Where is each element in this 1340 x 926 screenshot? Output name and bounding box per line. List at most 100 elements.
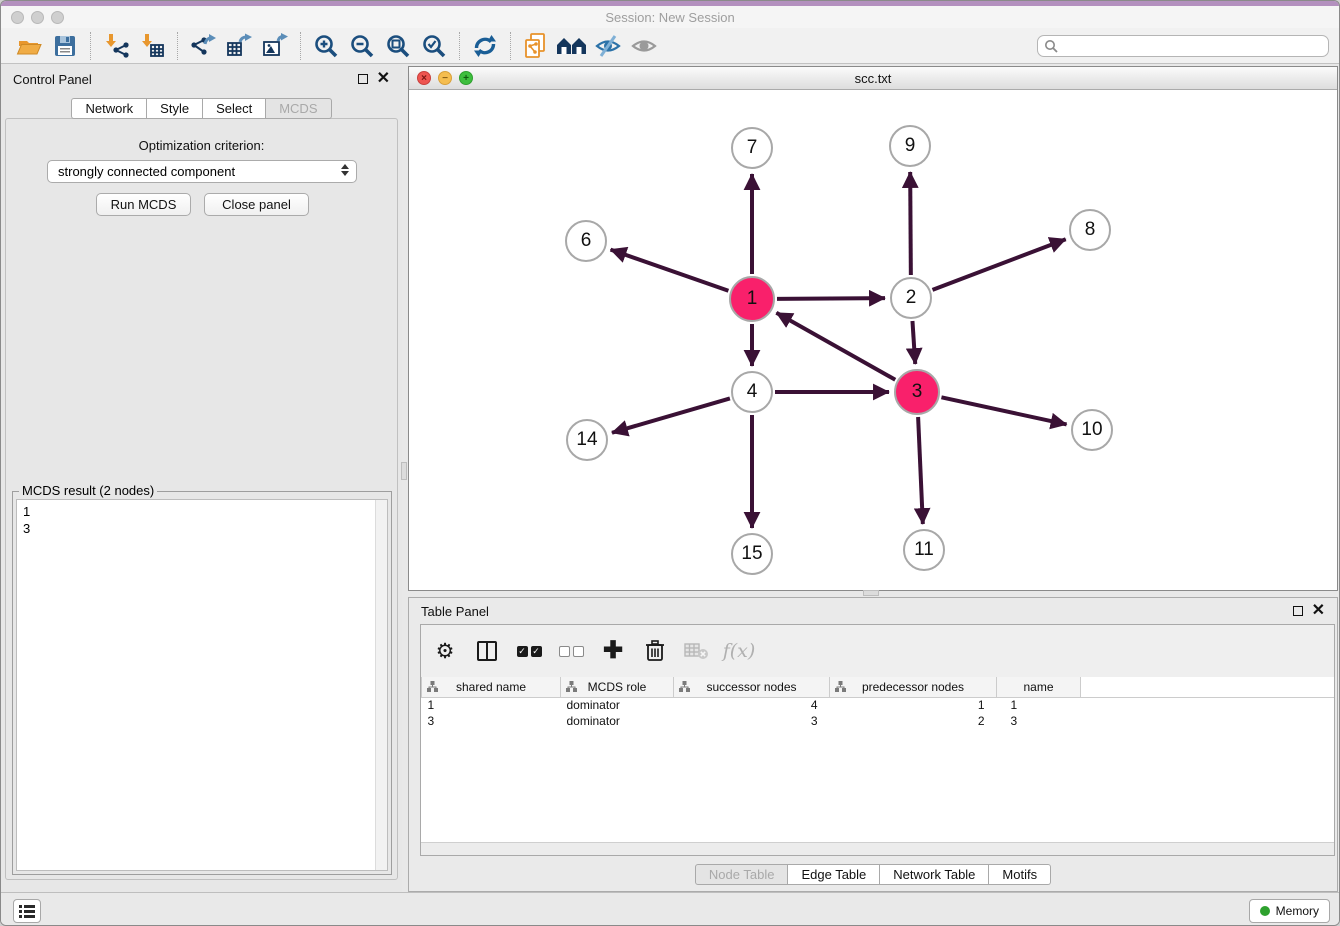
tab-network-table[interactable]: Network Table bbox=[880, 864, 989, 885]
graph-edge-3-10[interactable] bbox=[941, 397, 1066, 424]
graph-edge-2-9[interactable] bbox=[910, 172, 911, 275]
network-view-window: × − + scc.txt 7 9 6 8 1 2 4 3 14 10 15 11 bbox=[408, 66, 1338, 591]
search-icon bbox=[1044, 39, 1058, 58]
column-edit-icon bbox=[835, 681, 846, 695]
table-horizontal-scrollbar[interactable] bbox=[421, 842, 1334, 855]
show-all-icon[interactable] bbox=[626, 31, 662, 61]
tab-mcds[interactable]: MCDS bbox=[266, 98, 331, 119]
close-panel-button[interactable]: Close panel bbox=[204, 193, 309, 216]
tab-motifs[interactable]: Motifs bbox=[989, 864, 1051, 885]
mcds-result-list[interactable]: 1 3 bbox=[16, 499, 388, 871]
deselect-all-icon[interactable] bbox=[557, 637, 585, 665]
graph-edge-1-2[interactable] bbox=[777, 298, 885, 299]
mcds-result-value: 3 bbox=[23, 520, 381, 537]
graph-node-11[interactable]: 11 bbox=[903, 529, 945, 571]
first-neighbors-icon[interactable] bbox=[554, 31, 590, 61]
tab-select[interactable]: Select bbox=[203, 98, 266, 119]
open-session-icon[interactable] bbox=[11, 31, 47, 61]
graph-node-2[interactable]: 2 bbox=[890, 277, 932, 319]
control-panel: Control Panel ✕ Network Style Select MCD… bbox=[1, 64, 402, 892]
status-bar: Memory bbox=[1, 892, 1339, 926]
add-column-icon[interactable]: ✚ bbox=[599, 637, 627, 665]
column-selector-icon[interactable] bbox=[473, 637, 501, 665]
toolbar-separator bbox=[90, 32, 91, 60]
close-panel-icon[interactable]: ✕ bbox=[377, 74, 390, 84]
toolbar-separator bbox=[459, 32, 460, 60]
delete-columns-icon[interactable] bbox=[641, 637, 669, 665]
task-history-button[interactable] bbox=[13, 899, 41, 923]
tab-style[interactable]: Style bbox=[147, 98, 203, 119]
optimization-criterion-label: Optimization criterion: bbox=[6, 138, 397, 153]
graph-node-9[interactable]: 9 bbox=[889, 125, 931, 167]
vertical-splitter-handle[interactable] bbox=[401, 462, 407, 480]
graph-node-14[interactable]: 14 bbox=[566, 419, 608, 461]
import-table-icon[interactable] bbox=[134, 31, 170, 61]
graph-edge-1-6[interactable] bbox=[611, 250, 729, 291]
table-row[interactable]: 1 dominator 4 1 1 bbox=[422, 697, 1335, 713]
graph-node-4[interactable]: 4 bbox=[731, 371, 773, 413]
table-settings-icon[interactable]: ⚙ bbox=[431, 637, 459, 665]
tab-node-table[interactable]: Node Table bbox=[695, 864, 789, 885]
column-header-mcds-role[interactable]: MCDS role bbox=[561, 677, 674, 697]
graph-node-6[interactable]: 6 bbox=[565, 220, 607, 262]
column-edit-icon bbox=[679, 681, 690, 695]
graph-edge-2-8[interactable] bbox=[933, 239, 1066, 290]
zoom-fit-icon[interactable] bbox=[380, 31, 416, 61]
import-network-icon[interactable] bbox=[98, 31, 134, 61]
graph-edge-3-1[interactable] bbox=[776, 313, 895, 380]
result-scrollbar[interactable] bbox=[375, 500, 387, 870]
graph-node-10[interactable]: 10 bbox=[1071, 409, 1113, 451]
graph-node-7[interactable]: 7 bbox=[731, 127, 773, 169]
graph-edge-3-11[interactable] bbox=[918, 417, 923, 524]
memory-button[interactable]: Memory bbox=[1249, 899, 1330, 923]
zoom-out-icon[interactable] bbox=[344, 31, 380, 61]
table-tabs: Node Table Edge Table Network Table Moti… bbox=[409, 864, 1337, 885]
table-row[interactable]: 3 dominator 3 2 3 bbox=[422, 713, 1335, 729]
column-header-name[interactable]: name bbox=[997, 677, 1081, 697]
network-window-title: scc.txt bbox=[409, 71, 1337, 86]
column-header-predecessor-nodes[interactable]: predecessor nodes bbox=[830, 677, 997, 697]
export-image-icon[interactable] bbox=[257, 31, 293, 61]
refresh-icon[interactable] bbox=[467, 31, 503, 61]
graph-node-1[interactable]: 1 bbox=[729, 276, 775, 322]
criterion-dropdown[interactable]: strongly connected component bbox=[47, 160, 357, 183]
column-header-shared-name[interactable]: shared name bbox=[422, 677, 561, 697]
mcds-tab-content: Optimization criterion: strongly connect… bbox=[5, 118, 398, 880]
close-table-panel-icon[interactable]: ✕ bbox=[1312, 606, 1325, 616]
titlebar: Session: New Session bbox=[1, 6, 1339, 28]
export-network-icon[interactable] bbox=[185, 31, 221, 61]
control-panel-tabs: Network Style Select MCDS bbox=[1, 98, 402, 119]
main-toolbar bbox=[1, 28, 1339, 64]
graph-node-3[interactable]: 3 bbox=[894, 369, 940, 415]
graph-edge-4-14[interactable] bbox=[612, 398, 730, 432]
run-mcds-button[interactable]: Run MCDS bbox=[96, 193, 191, 216]
export-table-icon[interactable] bbox=[221, 31, 257, 61]
zoom-selected-icon[interactable] bbox=[416, 31, 452, 61]
network-window-titlebar[interactable]: × − + scc.txt bbox=[409, 67, 1337, 90]
dropdown-stepper-icon bbox=[341, 164, 349, 176]
graph-node-8[interactable]: 8 bbox=[1069, 209, 1111, 251]
table-container: ⚙ ✓✓ ✚ f(x) shared name bbox=[420, 624, 1335, 856]
graph-canvas[interactable]: 7 9 6 8 1 2 4 3 14 10 15 11 bbox=[409, 90, 1337, 590]
float-table-panel-icon[interactable] bbox=[1293, 606, 1303, 616]
select-all-icon[interactable]: ✓✓ bbox=[515, 637, 543, 665]
list-icon bbox=[19, 904, 35, 918]
graph-node-15[interactable]: 15 bbox=[731, 533, 773, 575]
criterion-value: strongly connected component bbox=[58, 164, 235, 179]
network-from-selection-icon[interactable] bbox=[518, 31, 554, 61]
tab-network[interactable]: Network bbox=[71, 98, 147, 119]
toolbar-separator bbox=[177, 32, 178, 60]
application-window: Session: New Session bbox=[0, 0, 1340, 926]
hide-selected-icon[interactable] bbox=[590, 31, 626, 61]
column-header-successor-nodes[interactable]: successor nodes bbox=[674, 677, 830, 697]
toolbar-separator bbox=[510, 32, 511, 60]
horizontal-splitter-handle[interactable] bbox=[863, 590, 879, 596]
graph-edge-2-3[interactable] bbox=[912, 321, 915, 364]
column-edit-icon bbox=[566, 681, 577, 695]
search-input[interactable] bbox=[1037, 35, 1329, 57]
node-table: shared name MCDS role successor nodes pr… bbox=[421, 677, 1334, 729]
float-panel-icon[interactable] bbox=[358, 74, 368, 84]
tab-edge-table[interactable]: Edge Table bbox=[788, 864, 880, 885]
save-session-icon[interactable] bbox=[47, 31, 83, 61]
zoom-in-icon[interactable] bbox=[308, 31, 344, 61]
